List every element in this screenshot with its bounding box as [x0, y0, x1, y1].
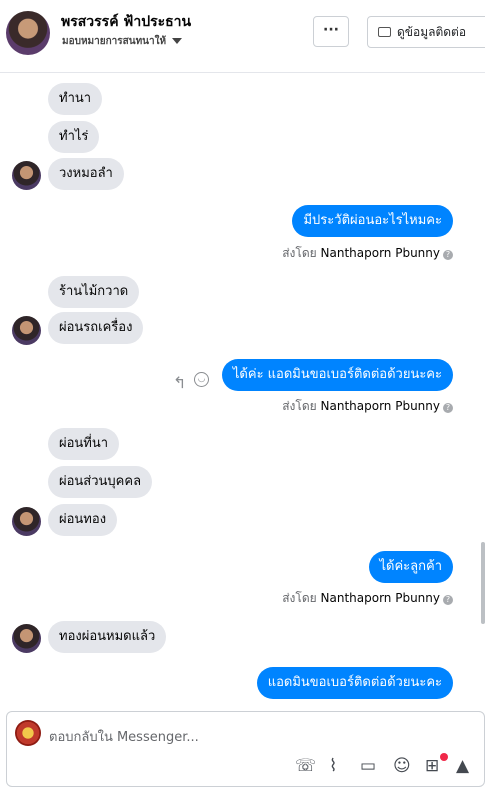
notification-dot — [440, 753, 448, 761]
message-incoming[interactable]: วงหมอลำ — [48, 158, 124, 190]
sent-by-agent[interactable]: Nanthaporn Pbunny — [321, 246, 440, 260]
reply-composer: ตอบกลับใน Messenger... ☏ ⌇ ▭ ☺ ⊞ ▲ — [6, 711, 485, 787]
view-contact-info-label: ดูข้อมูลติดต่อ — [397, 25, 467, 39]
chat-bubble-icon[interactable]: ▭ — [360, 756, 376, 776]
sent-by-label: ส่งโดย Nanthaporn Pbunny? — [282, 244, 453, 263]
caret-down-icon — [172, 38, 183, 44]
customer-avatar[interactable] — [12, 161, 41, 190]
paperclip-icon[interactable]: ⌇ — [329, 756, 337, 776]
message-outgoing[interactable]: แอดมินขอเบอร์ติดต่อด้วยนะคะ — [256, 667, 453, 699]
contact-avatar[interactable] — [6, 11, 50, 55]
sent-by-agent[interactable]: Nanthaporn Pbunny — [321, 399, 440, 413]
react-emoji-icon[interactable]: ◡ — [194, 372, 209, 387]
message-incoming[interactable]: ทำไร่ — [48, 121, 100, 153]
sent-by-label: ส่งโดย Nanthaporn Pbunny? — [282, 589, 453, 608]
reply-input[interactable]: ตอบกลับใน Messenger... — [49, 726, 199, 747]
cart-icon[interactable]: ⊞ — [425, 756, 439, 776]
assign-label: มอบหมายการสนทนาให้ — [62, 36, 167, 47]
thumbs-up-icon[interactable]: ▲ — [456, 756, 469, 776]
sent-by-prefix: ส่งโดย — [282, 246, 317, 260]
sent-by-agent[interactable]: Nanthaporn Pbunny — [321, 591, 440, 605]
message-incoming[interactable]: ทำนา — [48, 83, 103, 115]
conversation-header: พรสวรรค์ ฟ้าประธาน มอบหมายการสนทนาให้ ··… — [0, 0, 485, 73]
customer-avatar[interactable] — [12, 507, 41, 536]
info-icon[interactable]: ? — [443, 403, 453, 413]
reply-icon[interactable]: ↰ — [173, 373, 186, 392]
info-icon[interactable]: ? — [443, 250, 453, 260]
assign-conversation-dropdown[interactable]: มอบหมายการสนทนาให้ — [62, 34, 183, 49]
info-icon[interactable]: ? — [443, 595, 453, 605]
message-incoming[interactable]: ผ่อนรถเครื่อง — [48, 312, 144, 344]
message-outgoing[interactable]: ได้ค่ะ แอดมินขอเบอร์ติดต่อด้วยนะคะ — [221, 359, 453, 391]
sent-by-label: ส่งโดย Nanthaporn Pbunny? — [282, 397, 453, 416]
customer-avatar[interactable] — [12, 624, 41, 653]
message-incoming[interactable]: ผ่อนส่วนบุคคล — [48, 466, 153, 498]
message-incoming[interactable]: ร้านไม้กวาด — [48, 276, 140, 308]
sent-by-prefix: ส่งโดย — [282, 399, 317, 413]
customer-avatar[interactable] — [12, 316, 41, 345]
contact-name[interactable]: พรสวรรค์ ฟ้าประธาน — [61, 11, 191, 33]
phone-add-icon[interactable]: ☏ — [295, 756, 316, 776]
scrollbar-thumb[interactable] — [481, 542, 485, 624]
message-incoming[interactable]: ผ่อนที่นา — [48, 428, 120, 460]
emoji-icon[interactable]: ☺ — [393, 756, 411, 776]
page-avatar — [15, 720, 41, 746]
message-incoming[interactable]: ทองผ่อนหมดแล้ว — [48, 621, 167, 653]
more-options-button[interactable]: ··· — [313, 16, 349, 47]
message-incoming[interactable]: ผ่อนทอง — [48, 504, 118, 536]
sent-by-prefix: ส่งโดย — [282, 591, 317, 605]
message-outgoing[interactable]: มีประวัติผ่อนอะไรไหมคะ — [292, 205, 453, 237]
view-contact-info-button[interactable]: ดูข้อมูลติดต่อ — [367, 16, 485, 48]
contact-card-icon — [378, 27, 391, 37]
message-outgoing[interactable]: ได้ค่ะลูกค้า — [368, 551, 453, 583]
